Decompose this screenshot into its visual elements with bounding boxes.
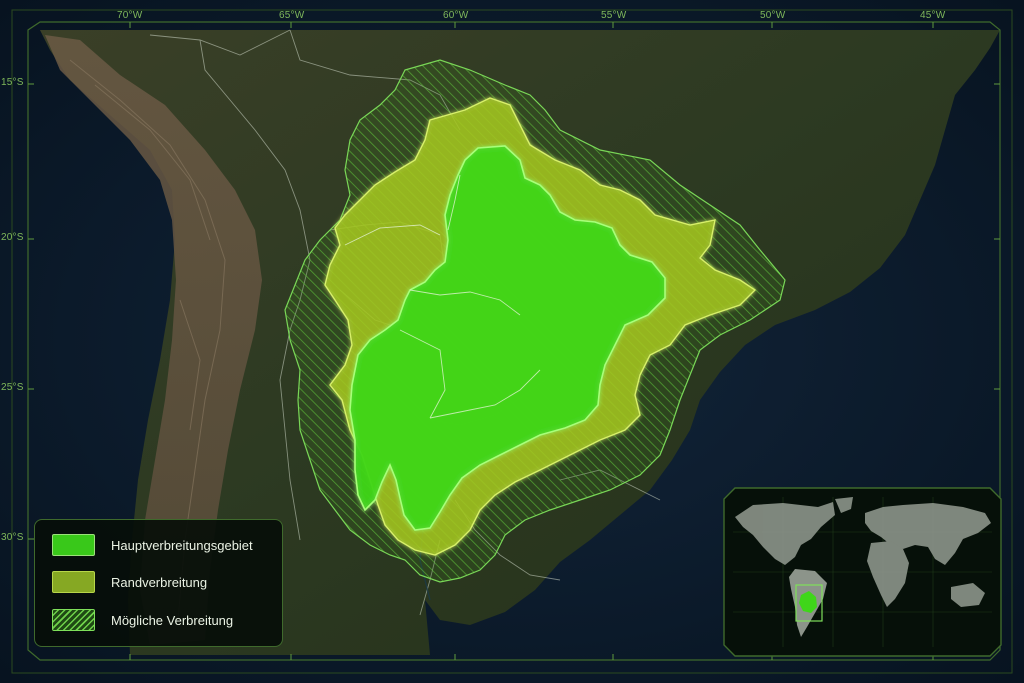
- latitude-label: 15°S: [1, 77, 24, 88]
- latitude-label: 20°S: [1, 232, 24, 243]
- latitude-label: 25°S: [1, 382, 24, 393]
- latitude-label: 30°S: [1, 532, 24, 543]
- legend-item-core: Hauptverbreitungsgebiet: [52, 533, 253, 557]
- legend-item-possible: Mögliche Verbreitung: [52, 608, 233, 632]
- longitude-label: 50°W: [760, 10, 786, 21]
- map-legend: Hauptverbreitungsgebiet Randverbreitung …: [34, 519, 283, 647]
- longitude-label: 60°W: [443, 10, 469, 21]
- longitude-label: 55°W: [601, 10, 627, 21]
- legend-swatch-core: [52, 534, 95, 556]
- longitude-label: 70°W: [117, 10, 143, 21]
- world-locator-map: [723, 487, 1002, 657]
- legend-item-marginal: Randverbreitung: [52, 570, 207, 594]
- legend-label: Mögliche Verbreitung: [111, 612, 234, 628]
- legend-swatch-possible: [52, 609, 95, 631]
- longitude-label: 65°W: [279, 10, 305, 21]
- legend-label: Hauptverbreitungsgebiet: [111, 537, 253, 553]
- legend-label: Randverbreitung: [111, 574, 208, 590]
- legend-swatch-marginal: [52, 571, 95, 593]
- longitude-label: 45°W: [920, 10, 946, 21]
